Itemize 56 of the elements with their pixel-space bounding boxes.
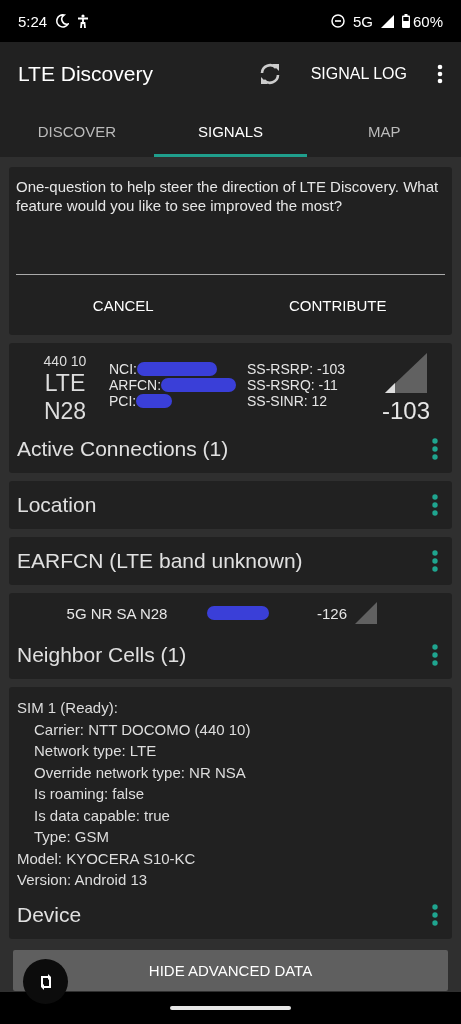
band-label: N28 — [43, 397, 87, 425]
cancel-button[interactable]: CANCEL — [16, 275, 231, 335]
more-icon[interactable] — [432, 494, 438, 516]
plmn: 440 10 — [43, 353, 87, 369]
signal-strength-icon — [384, 353, 427, 393]
info-line: Override network type: NR NSA — [34, 762, 247, 783]
hide-advanced-data-button[interactable]: HIDE ADVANCED DATA — [13, 950, 448, 991]
refresh-icon[interactable] — [258, 61, 281, 86]
signal-metric: SS-RSRQ: -11 — [247, 377, 339, 393]
do-not-disturb-icon — [330, 14, 345, 28]
battery-icon — [401, 14, 410, 28]
redaction-mark — [207, 605, 269, 621]
field-label: ARFCN: — [109, 377, 162, 393]
tab[interactable]: SIGNALS — [153, 105, 308, 157]
info-line: SIM 1 (Ready): — [17, 698, 119, 718]
clock: 5:24 — [18, 12, 48, 30]
info-line: Type: GSM — [34, 827, 111, 847]
contribute-button[interactable]: CONTRIBUTE — [230, 275, 445, 335]
more-icon[interactable] — [432, 550, 438, 572]
signal-log-button[interactable]: SIGNAL LOG — [310, 64, 407, 83]
section-title: Neighbor Cells (1) — [17, 643, 187, 667]
signal-metric: SS-RSRP: -103 — [247, 361, 347, 377]
more-icon[interactable] — [432, 903, 438, 926]
overflow-menu-icon[interactable] — [437, 63, 443, 84]
section-title: EARFCN (LTE band unknown) — [17, 549, 303, 573]
field-label: NCI: — [109, 361, 137, 377]
tab[interactable]: MAP — [307, 105, 461, 157]
cell-name: 5G NR SA N28 — [65, 604, 169, 622]
accessibility-icon — [77, 14, 90, 28]
info-line: Carrier: NTT DOCOMO (440 10) — [34, 719, 252, 740]
rotate-icon — [38, 971, 53, 992]
info-line: Is roaming: false — [34, 784, 146, 804]
redaction-mark — [136, 394, 173, 408]
app-title: LTE Discovery — [18, 61, 154, 86]
field-label: PCI: — [109, 393, 137, 409]
network-type: 5G — [352, 12, 373, 30]
section-title: Active Connections (1) — [17, 437, 229, 461]
signal-reading: -126 — [317, 604, 348, 622]
info-line: Network type: LTE — [34, 741, 158, 761]
signal-reading: -103 — [381, 397, 430, 425]
info-line: Version: Android 13 — [17, 870, 149, 890]
home-handle[interactable] — [170, 1006, 291, 1010]
info-line: Model: KYOCERA S10-KC — [17, 848, 197, 869]
battery-percent: 60% — [412, 12, 443, 30]
moon-icon — [55, 14, 70, 28]
tab[interactable]: DISCOVER — [0, 105, 154, 157]
cell-signal-icon — [380, 14, 394, 28]
signal-metric: SS-SINR: 12 — [247, 393, 329, 409]
section-title: Device — [17, 902, 82, 927]
more-icon[interactable] — [432, 644, 438, 666]
signal-strength-icon — [355, 602, 378, 624]
survey-question: One-question to help steer the direction of LTE Discovery. What feature would you like to see improved the most? — [16, 177, 440, 216]
technology: LTE — [44, 369, 86, 397]
info-line: Is data capable: true — [34, 805, 171, 826]
more-icon[interactable] — [432, 438, 438, 460]
section-title: Location — [17, 493, 97, 517]
